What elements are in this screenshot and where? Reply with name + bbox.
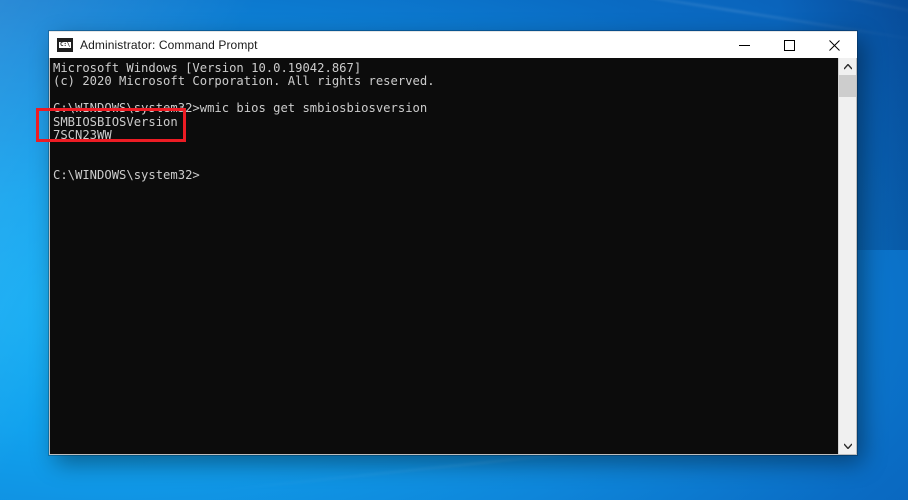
command-prompt-icon: C:\ <box>57 38 73 52</box>
minimize-icon <box>739 44 750 46</box>
console-line: 7SCN23WW <box>53 127 112 142</box>
maximize-icon <box>784 39 795 51</box>
close-icon <box>829 39 840 51</box>
window-title-bar[interactable]: C:\ Administrator: Command Prompt <box>49 31 857 58</box>
chevron-up-icon <box>843 63 852 69</box>
console-line: Microsoft Windows [Version 10.0.19042.86… <box>53 61 362 75</box>
console-output[interactable]: Microsoft Windows [Version 10.0.19042.86… <box>50 58 838 454</box>
console-body[interactable]: Microsoft Windows [Version 10.0.19042.86… <box>49 58 857 455</box>
console-line: SMBIOSBIOSVersion <box>53 114 178 129</box>
console-line: C:\WINDOWS\system32> <box>53 168 200 183</box>
minimize-button[interactable] <box>722 32 767 58</box>
chevron-down-icon <box>843 443 852 449</box>
window-controls[interactable] <box>722 32 857 58</box>
maximize-button[interactable] <box>767 32 812 58</box>
scrollbar-track[interactable] <box>839 97 856 437</box>
scrollbar-thumb[interactable] <box>839 75 856 97</box>
command-prompt-icon-glyph: C:\ <box>59 41 71 48</box>
scroll-down-button[interactable] <box>839 437 856 454</box>
console-line: C:\WINDOWS\system32>wmic bios get smbios… <box>53 101 428 116</box>
command-prompt-window[interactable]: C:\ Administrator: Command Prompt Micros… <box>49 31 857 455</box>
console-scrollbar[interactable] <box>838 58 856 454</box>
scroll-up-button[interactable] <box>839 58 856 75</box>
wallpaper-light-streak <box>564 0 908 26</box>
desktop: C:\ Administrator: Command Prompt Micros… <box>0 0 908 500</box>
console-line: (c) 2020 Microsoft Corporation. All righ… <box>53 74 435 89</box>
close-button[interactable] <box>812 32 857 58</box>
window-title: Administrator: Command Prompt <box>80 38 258 52</box>
